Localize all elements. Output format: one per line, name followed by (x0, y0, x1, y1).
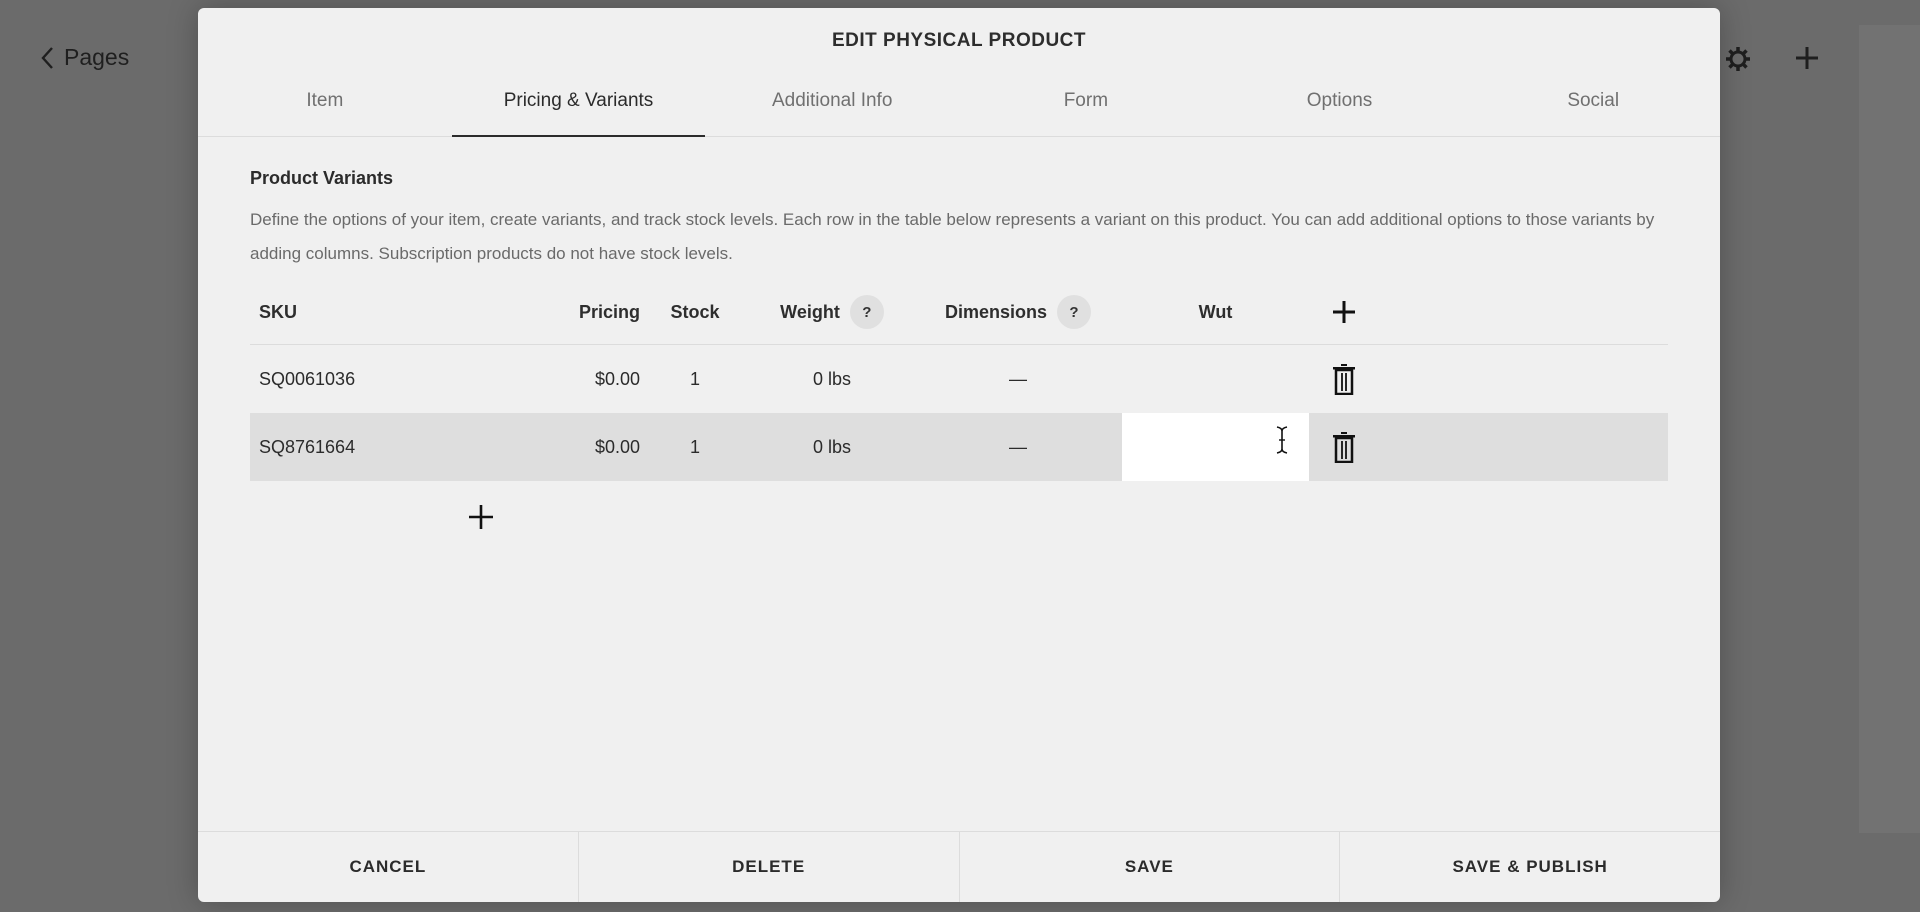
weight-help-icon[interactable]: ? (849, 295, 884, 329)
modal-title: EDIT PHYSICAL PRODUCT (831, 30, 1086, 51)
header-dimensions: Dimensions ? (914, 280, 1122, 344)
background-panel (1859, 25, 1920, 833)
dimensions-cell[interactable]: — (914, 345, 1122, 413)
table-row: SQ0061036 $0.00 1 0 lbs — (250, 345, 1668, 413)
trash-icon (1333, 364, 1355, 395)
section-title: Product Variants (250, 168, 394, 188)
edit-product-modal: EDIT PHYSICAL PRODUCT Item Pricing & Var… (198, 8, 1720, 902)
header-custom-column[interactable]: Wut (1122, 280, 1309, 344)
header-dimensions-label: Dimensions (944, 301, 1048, 322)
dimensions-help-icon[interactable]: ? (1057, 295, 1092, 329)
weight-cell[interactable]: 0 lbs (750, 345, 914, 413)
delete-row-button[interactable] (1309, 413, 1379, 481)
add-variant-button[interactable] (466, 502, 496, 532)
custom-value-input[interactable] (1122, 413, 1309, 481)
header-sku: SKU (259, 301, 298, 322)
variants-table: SKU Pricing Stock Weight ? Dimensions ? … (250, 280, 1668, 481)
table-header: SKU Pricing Stock Weight ? Dimensions ? … (250, 280, 1668, 345)
stock-cell[interactable]: 1 (640, 345, 750, 413)
tab-form[interactable]: Form (959, 66, 1213, 136)
plus-icon[interactable] (1794, 45, 1820, 71)
header-pricing: Pricing (578, 301, 640, 322)
tab-item[interactable]: Item (198, 66, 452, 136)
tab-pricing-variants[interactable]: Pricing & Variants (451, 66, 706, 137)
gear-icon[interactable] (1724, 45, 1752, 73)
variants-section: Product Variants Define the options of y… (250, 168, 1668, 271)
trash-icon (1333, 432, 1355, 463)
header-weight: Weight ? (750, 280, 914, 344)
delete-row-button[interactable] (1309, 345, 1379, 413)
plus-icon (1333, 301, 1355, 323)
header-weight-label: Weight (780, 301, 840, 322)
sku-cell[interactable]: SQ0061036 (250, 345, 530, 413)
weight-cell[interactable]: 0 lbs (750, 413, 914, 481)
table-row: SQ8761664 $0.00 1 0 lbs — (250, 413, 1668, 481)
sku-cell[interactable]: SQ8761664 (250, 413, 530, 481)
back-label: Pages (64, 44, 130, 70)
save-button[interactable]: SAVE (960, 832, 1341, 902)
back-to-pages-link[interactable]: Pages (40, 44, 129, 71)
custom-cell[interactable] (1122, 345, 1309, 413)
chevron-left-icon (41, 46, 53, 69)
pricing-cell[interactable]: $0.00 (530, 413, 640, 481)
custom-cell (1122, 413, 1309, 481)
dimensions-cell[interactable]: — (914, 413, 1122, 481)
tab-social[interactable]: Social (1466, 66, 1720, 136)
modal-footer: CANCEL DELETE SAVE SAVE & PUBLISH (198, 831, 1720, 902)
section-description: Define the options of your item, create … (250, 210, 1655, 263)
delete-button[interactable]: DELETE (579, 832, 960, 902)
add-column-button[interactable] (1309, 280, 1379, 344)
tab-options[interactable]: Options (1213, 66, 1467, 136)
tab-bar: Item Pricing & Variants Additional Info … (198, 66, 1720, 137)
pricing-cell[interactable]: $0.00 (530, 345, 640, 413)
header-stock: Stock (670, 301, 720, 322)
cancel-button[interactable]: CANCEL (198, 832, 579, 902)
stock-cell[interactable]: 1 (640, 413, 750, 481)
tab-additional-info[interactable]: Additional Info (705, 66, 959, 136)
save-publish-button[interactable]: SAVE & PUBLISH (1340, 832, 1720, 902)
